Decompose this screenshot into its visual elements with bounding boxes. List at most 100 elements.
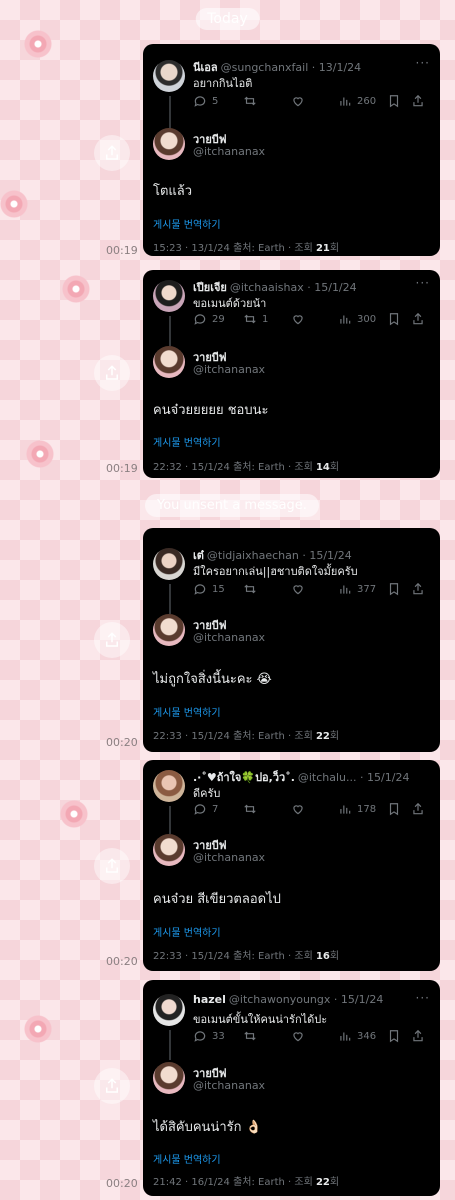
share-icon xyxy=(106,365,118,380)
tweet-card[interactable]: .·˚♥ถ้าใจ🍀ปอ,ว็ว˚. @itchalu... · 15/1/24 … xyxy=(143,760,440,971)
bookmark-button[interactable] xyxy=(387,582,401,596)
quoted-text: ดีครับ xyxy=(193,787,221,800)
share-button[interactable] xyxy=(94,355,130,391)
reply-text: โตแล้ว xyxy=(153,184,193,199)
views-button[interactable]: 346 xyxy=(338,1029,376,1043)
translate-link[interactable]: 게시물 번역하기 xyxy=(153,924,221,939)
share-tweet-button[interactable] xyxy=(411,1029,425,1043)
avatar xyxy=(153,1062,185,1094)
views-button[interactable]: 300 xyxy=(338,312,376,326)
quoted-text: ขอเมนต์ขั้นให้คนน่ารักได้ปะ xyxy=(193,1013,328,1026)
flower-decoration xyxy=(60,800,88,828)
more-icon[interactable]: ··· xyxy=(416,991,430,1005)
retweet-icon xyxy=(244,96,256,106)
bookmark-icon xyxy=(389,583,399,596)
flower-decoration xyxy=(26,440,54,468)
avatar xyxy=(153,346,185,378)
tweet-card[interactable]: เปียเจีย @itchaaishax · 15/1/24 ··· ขอเมน… xyxy=(143,270,440,478)
tweet-card[interactable]: นีเอล @sungchanxfail · 13/1/24 ··· อยากกิ… xyxy=(143,44,440,256)
bookmark-icon xyxy=(389,803,399,816)
retweet-button[interactable] xyxy=(243,1029,262,1043)
tweet-actions: 5 260 xyxy=(193,94,430,110)
reply-button[interactable]: 33 xyxy=(193,1029,225,1043)
reply-handle: @itchananax xyxy=(193,851,266,864)
flower-decoration xyxy=(0,190,28,218)
share-button[interactable] xyxy=(94,622,130,658)
like-button[interactable] xyxy=(291,802,305,816)
reply-handle: @itchananax xyxy=(193,631,266,644)
message-time: 00:20 xyxy=(106,955,138,968)
like-button[interactable] xyxy=(291,1029,305,1043)
share-tweet-button[interactable] xyxy=(411,802,425,816)
tweet-meta: 22:32 · 15/1/24 출처: Earth · 조회 14회 xyxy=(153,462,340,473)
share-tweet-button[interactable] xyxy=(411,94,425,108)
retweet-button[interactable] xyxy=(243,94,262,108)
like-button[interactable] xyxy=(291,94,305,108)
more-icon[interactable]: ··· xyxy=(416,276,430,290)
bookmark-button[interactable] xyxy=(387,802,401,816)
share-icon xyxy=(106,858,118,873)
reply-text: คนจ๋วยยยยย ชอบนะ xyxy=(153,403,269,418)
more-icon[interactable]: ··· xyxy=(416,56,430,70)
share-icon xyxy=(413,582,423,595)
share-tweet-button[interactable] xyxy=(411,312,425,326)
tweet-meta: 22:33 · 15/1/24 출처: Earth · 조회 16회 xyxy=(153,951,340,962)
bookmark-icon xyxy=(389,95,399,108)
flower-decoration xyxy=(24,1015,52,1043)
views-button[interactable]: 377 xyxy=(338,582,376,596)
views-icon xyxy=(340,315,351,324)
share-icon xyxy=(106,145,118,160)
tweet-meta: 22:33 · 15/1/24 출처: Earth · 조회 22회 xyxy=(153,731,340,742)
message-time: 00:20 xyxy=(106,1177,138,1190)
retweet-button[interactable]: 1 xyxy=(243,312,268,326)
tweet-card[interactable]: hazel @itchawonyoungx · 15/1/24 ··· ขอเมน… xyxy=(143,980,440,1196)
retweet-icon xyxy=(244,584,256,594)
reply-icon xyxy=(194,804,206,815)
reply-text: ได้สิคับคนน่ารัก 👌🏻 xyxy=(153,1120,262,1135)
retweet-button[interactable] xyxy=(243,582,262,596)
reply-button[interactable]: 15 xyxy=(193,582,225,596)
message-time: 00:19 xyxy=(106,462,138,475)
share-button[interactable] xyxy=(94,1068,130,1104)
like-button[interactable] xyxy=(291,312,305,326)
reply-button[interactable]: 29 xyxy=(193,312,225,326)
message-time: 00:19 xyxy=(106,244,138,257)
heart-icon xyxy=(293,315,303,325)
avatar xyxy=(153,548,185,580)
flower-decoration xyxy=(24,30,52,58)
retweet-button[interactable] xyxy=(243,802,262,816)
avatar xyxy=(153,994,185,1026)
tweet-actions: 33 346 xyxy=(193,1029,430,1045)
like-button[interactable] xyxy=(291,582,305,596)
tweet-meta: 21:42 · 16/1/24 출처: Earth · 조회 22회 xyxy=(153,1177,340,1188)
reply-handle: @itchananax xyxy=(193,1079,266,1092)
translate-link[interactable]: 게시물 번역하기 xyxy=(153,434,221,449)
bookmark-button[interactable] xyxy=(387,1029,401,1043)
quoted-author: hazel @itchawonyoungx · 15/1/24 xyxy=(193,993,384,1006)
reply-icon xyxy=(194,1031,206,1042)
share-tweet-button[interactable] xyxy=(411,582,425,596)
share-icon xyxy=(106,1078,118,1093)
bookmark-button[interactable] xyxy=(387,94,401,108)
translate-link[interactable]: 게시물 번역하기 xyxy=(153,216,221,231)
share-button[interactable] xyxy=(94,135,130,171)
views-button[interactable]: 178 xyxy=(338,802,376,816)
avatar xyxy=(153,128,185,160)
retweet-icon xyxy=(244,314,256,324)
share-button[interactable] xyxy=(94,848,130,884)
translate-link[interactable]: 게시물 번역하기 xyxy=(153,1151,221,1166)
views-icon xyxy=(340,97,351,106)
bookmark-button[interactable] xyxy=(387,312,401,326)
translate-link[interactable]: 게시물 번역하기 xyxy=(153,704,221,719)
reply-handle: @itchananax xyxy=(193,145,266,158)
views-icon xyxy=(340,585,351,594)
reply-icon xyxy=(194,584,206,595)
retweet-icon xyxy=(244,1031,256,1041)
avatar xyxy=(153,770,185,802)
tweet-actions: 15 377 xyxy=(193,582,430,598)
tweet-card[interactable]: เต๋ @tidjaixhaechan · 15/1/24 มีใครอยากเล… xyxy=(143,528,440,752)
share-icon xyxy=(413,94,423,107)
reply-button[interactable]: 5 xyxy=(193,94,218,108)
reply-button[interactable]: 7 xyxy=(193,802,218,816)
views-button[interactable]: 260 xyxy=(338,94,376,108)
